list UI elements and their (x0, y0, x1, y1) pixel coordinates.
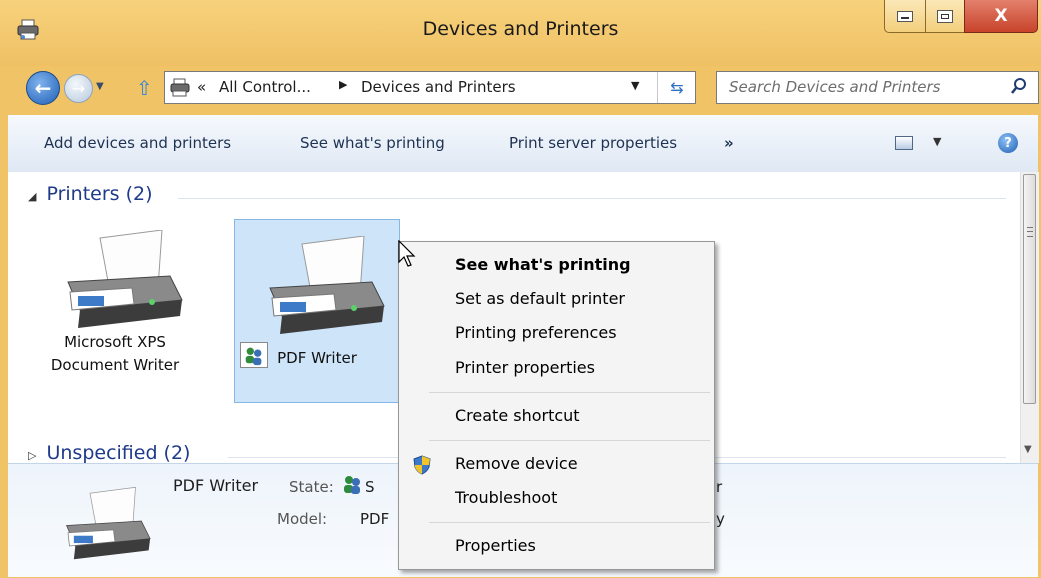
view-options-dropdown-icon[interactable]: ▼ (933, 135, 941, 148)
printer-icon (269, 236, 385, 334)
device-microsoft-xps-document-writer[interactable]: Microsoft XPS Document Writer (30, 230, 200, 376)
menu-item-printing-preferences[interactable]: Printing preferences (455, 323, 617, 342)
maximize-button[interactable] (925, 0, 965, 33)
shared-users-icon (240, 342, 268, 368)
details-state-label: State: (289, 478, 334, 496)
collapse-arrow-icon[interactable]: ◢ (28, 190, 36, 203)
address-history-dropdown-icon[interactable]: ▼ (631, 79, 639, 92)
breadcrumb-separator-icon[interactable]: ▶ (339, 78, 347, 91)
mouse-cursor-icon (398, 240, 416, 267)
back-arrow-icon: ← (34, 76, 52, 100)
refresh-icon: ⇆ (670, 78, 684, 97)
scrollbar-thumb[interactable] (1023, 174, 1036, 404)
details-device-name: PDF Writer (173, 476, 259, 495)
vertical-scrollbar[interactable]: ▼ (1020, 172, 1039, 463)
add-devices-button[interactable]: Add devices and printers (44, 134, 231, 152)
breadcrumb-all-control-panel[interactable]: All Control... (219, 78, 311, 96)
minimize-icon (897, 10, 913, 22)
search-icon[interactable] (1010, 77, 1028, 95)
group-label-unspecified: Unspecified (2) (46, 442, 191, 463)
close-button[interactable]: X (964, 0, 1038, 33)
group-header-printers[interactable]: ◢ Printers (2) (28, 183, 153, 205)
forward-button[interactable]: → (64, 74, 93, 103)
menu-item-printer-properties[interactable]: Printer properties (455, 358, 595, 377)
recent-pages-dropdown[interactable]: ▼ (96, 81, 106, 92)
details-right-text-1: r (716, 478, 723, 496)
printer-icon (65, 486, 151, 560)
control-panel-printer-icon (170, 78, 190, 97)
devices-and-printers-window: Devices and Printers X ← → ▼ ⇧ « All Con… (0, 0, 1041, 578)
menu-item-create-shortcut[interactable]: Create shortcut (455, 406, 580, 425)
menu-item-troubleshoot[interactable]: Troubleshoot (455, 488, 557, 507)
details-right-text-2: y (716, 510, 725, 528)
expand-arrow-icon[interactable]: ▷ (28, 449, 36, 462)
address-bar[interactable]: « All Control... ▶ Devices and Printers … (164, 71, 696, 104)
group-label-printers: Printers (2) (46, 183, 153, 205)
details-state-value: S (365, 478, 375, 496)
menu-separator (429, 392, 710, 393)
scrollbar-grip-icon (1027, 227, 1033, 237)
device-pdf-writer[interactable]: PDF Writer (234, 219, 400, 403)
menu-item-properties[interactable]: Properties (455, 536, 536, 555)
up-level-button[interactable]: ⇧ (136, 78, 156, 98)
menu-item-remove-device[interactable]: Remove device (455, 454, 578, 473)
printer-icon (67, 230, 183, 328)
scroll-down-arrow-icon[interactable]: ▼ (1024, 444, 1032, 455)
search-box[interactable]: Search Devices and Printers (716, 71, 1039, 104)
group-header-unspecified[interactable]: ▷ Unspecified (2) (28, 442, 190, 463)
more-commands-button[interactable]: » (724, 134, 734, 152)
group-divider (178, 198, 1006, 199)
address-overflow-chevron[interactable]: « (197, 78, 206, 96)
search-input[interactable]: Search Devices and Printers (729, 78, 940, 96)
print-server-properties-button[interactable]: Print server properties (509, 134, 677, 152)
maximize-icon (937, 9, 953, 23)
context-menu: See what's printing Set as default print… (398, 241, 715, 570)
minimize-button[interactable] (884, 0, 926, 33)
back-button[interactable]: ← (26, 71, 60, 105)
up-arrow-icon: ⇧ (136, 76, 153, 100)
shared-users-icon (344, 476, 360, 494)
details-model-label: Model: (277, 510, 328, 528)
breadcrumb-devices-and-printers[interactable]: Devices and Printers (361, 78, 516, 96)
see-whats-printing-button[interactable]: See what's printing (300, 134, 445, 152)
help-icon[interactable]: ? (998, 133, 1018, 153)
menu-separator (429, 522, 710, 523)
menu-item-see-whats-printing[interactable]: See what's printing (455, 255, 631, 274)
close-icon: X (994, 6, 1008, 26)
command-bar: Add devices and printers See what's prin… (8, 115, 1038, 173)
change-view-icon[interactable] (895, 136, 913, 150)
device-label-line2: Document Writer (50, 356, 180, 374)
details-model-value: PDF (360, 510, 390, 528)
refresh-button[interactable]: ⇆ (657, 72, 696, 103)
uac-shield-icon (413, 455, 431, 475)
device-label-line1: Microsoft XPS (64, 333, 166, 351)
forward-arrow-icon: → (71, 79, 86, 98)
menu-item-set-as-default-printer[interactable]: Set as default printer (455, 289, 625, 308)
menu-separator (429, 440, 710, 441)
